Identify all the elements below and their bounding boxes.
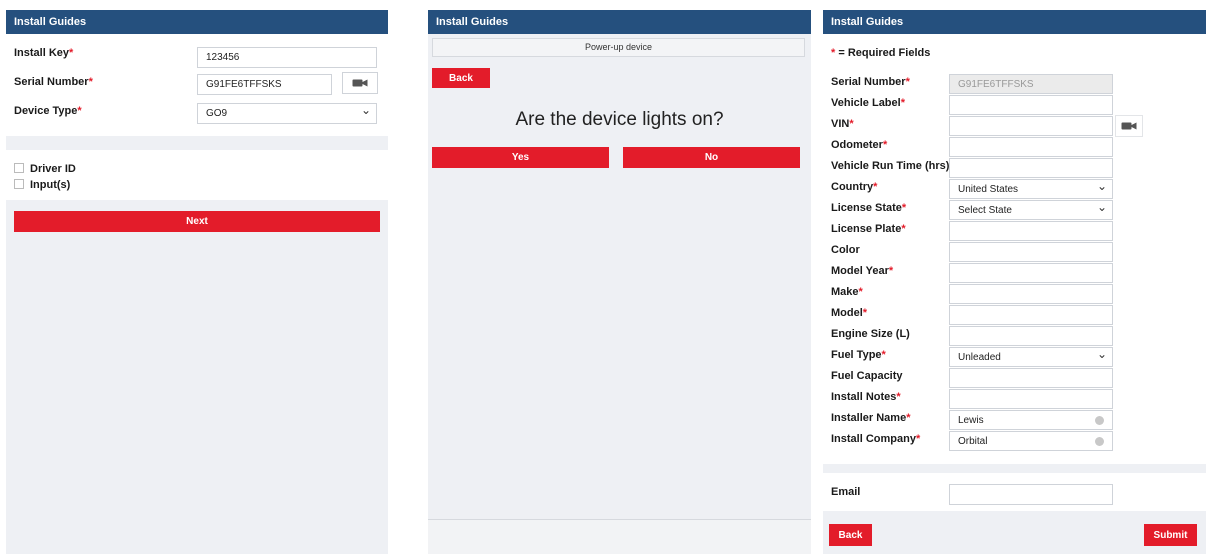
serial-number-input: G91FE6TFFSKS xyxy=(949,74,1113,94)
back-button[interactable]: Back xyxy=(432,68,490,88)
required-fields-note: * = Required Fields xyxy=(831,47,931,59)
vehicle-label-input[interactable] xyxy=(949,95,1113,115)
submit-button[interactable]: Submit xyxy=(1144,524,1197,546)
country-select[interactable]: United States xyxy=(949,177,1113,199)
odometer-input[interactable] xyxy=(949,137,1113,157)
model-input[interactable] xyxy=(949,305,1113,325)
model-year-input[interactable] xyxy=(949,263,1113,283)
serial-number-input[interactable]: G91FE6TFFSKS xyxy=(197,74,332,95)
email-input[interactable] xyxy=(949,484,1113,505)
step-title: Power-up device xyxy=(432,38,805,57)
license-plate-label: License Plate* xyxy=(831,223,906,235)
install-key-label: Install Key* xyxy=(14,47,74,59)
checkbox-inputs[interactable]: Input(s) xyxy=(14,179,70,191)
vehicle-label-label: Vehicle Label* xyxy=(831,97,905,109)
device-type-label: Device Type* xyxy=(14,105,82,117)
odometer-label: Odometer* xyxy=(831,139,888,151)
fuel-type-label: Fuel Type* xyxy=(831,349,886,361)
engine-size-l-input[interactable] xyxy=(949,326,1113,346)
license-state-select[interactable]: Select State xyxy=(949,198,1113,220)
license-plate-input[interactable] xyxy=(949,221,1113,241)
serial-number-label: Serial Number* xyxy=(831,76,910,88)
clear-icon[interactable] xyxy=(1095,416,1104,425)
camera-icon xyxy=(1121,122,1137,130)
install-company-input[interactable]: Orbital xyxy=(949,431,1113,451)
middle-install-panel: Install Guides Power-up device Back Are … xyxy=(428,10,811,554)
license-state-label: License State* xyxy=(831,202,907,214)
color-label: Color xyxy=(831,244,860,256)
camera-scan-button[interactable] xyxy=(342,72,378,94)
fuel-capacity-input[interactable] xyxy=(949,368,1113,388)
model-year-label: Model Year* xyxy=(831,265,894,277)
back-button[interactable]: Back xyxy=(829,524,872,546)
install-key-input[interactable]: 123456 xyxy=(197,47,377,68)
install-company-label: Install Company* xyxy=(831,433,921,445)
yes-button[interactable]: Yes xyxy=(432,147,609,168)
engine-size-l-label: Engine Size (L) xyxy=(831,328,910,340)
panel-header: Install Guides xyxy=(6,10,388,34)
clear-icon[interactable] xyxy=(1095,437,1104,446)
camera-scan-button[interactable] xyxy=(1115,115,1143,137)
installer-name-label: Installer Name* xyxy=(831,412,911,424)
checkbox-driver-id[interactable]: Driver ID xyxy=(14,163,76,175)
left-install-panel: Install Guides Install Key* 123456 Seria… xyxy=(6,10,388,554)
install-notes-input[interactable] xyxy=(949,389,1113,409)
no-button[interactable]: No xyxy=(623,147,800,168)
footer-bar xyxy=(428,519,811,554)
device-type-select[interactable]: GO9 xyxy=(197,101,377,124)
panel-header: Install Guides xyxy=(823,10,1206,34)
panel-header: Install Guides xyxy=(428,10,811,34)
make-label: Make* xyxy=(831,286,863,298)
next-button[interactable]: Next xyxy=(14,211,380,232)
fuel-capacity-label: Fuel Capacity xyxy=(831,370,903,382)
model-label: Model* xyxy=(831,307,868,319)
vin-label: VIN* xyxy=(831,118,854,130)
vin-input[interactable] xyxy=(949,116,1113,136)
question-text: Are the device lights on? xyxy=(515,109,724,130)
serial-number-label: Serial Number* xyxy=(14,76,93,88)
vehicle-run-time-hrs-label: Vehicle Run Time (hrs) xyxy=(831,160,950,172)
country-label: Country* xyxy=(831,181,878,193)
vehicle-run-time-hrs-input[interactable] xyxy=(949,158,1113,178)
make-input[interactable] xyxy=(949,284,1113,304)
email-label: Email xyxy=(831,486,861,498)
install-notes-label: Install Notes* xyxy=(831,391,901,403)
installer-name-input[interactable]: Lewis xyxy=(949,410,1113,430)
vehicle-form-card: * = Required Fields Serial Number* G91FE6… xyxy=(823,34,1206,464)
email-card: Email xyxy=(823,473,1206,511)
camera-icon xyxy=(352,79,368,87)
options-card: Driver ID Input(s) xyxy=(6,150,388,200)
right-install-panel: Install Guides * = Required Fields Seria… xyxy=(823,10,1206,554)
device-info-card: Install Key* 123456 Serial Number* G91FE… xyxy=(6,34,388,136)
color-input[interactable] xyxy=(949,242,1113,262)
fuel-type-select[interactable]: Unleaded xyxy=(949,345,1113,367)
